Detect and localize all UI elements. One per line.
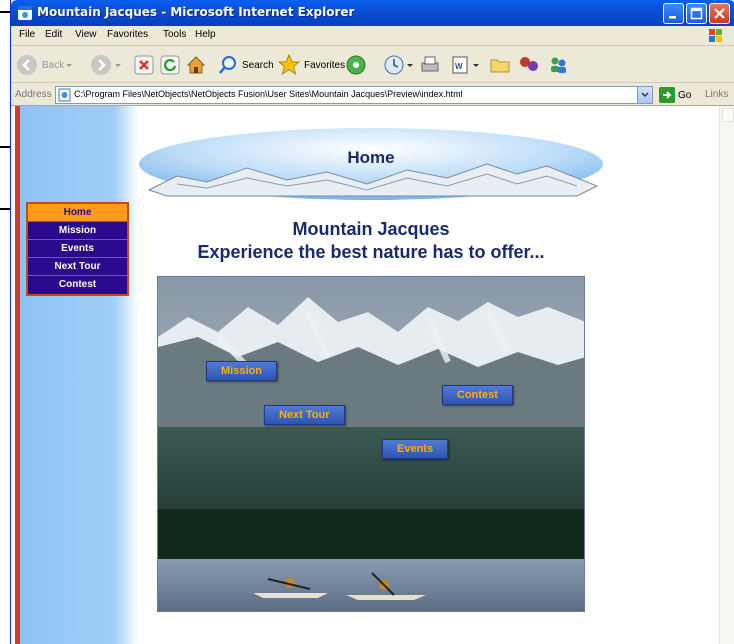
nav-item-contest[interactable]: Contest bbox=[28, 276, 127, 294]
stop-button[interactable] bbox=[133, 52, 155, 78]
favorites-label: Favorites bbox=[304, 59, 346, 71]
svg-text:W: W bbox=[455, 62, 463, 71]
menu-favorites[interactable]: Favorites bbox=[107, 29, 148, 40]
refresh-icon bbox=[160, 55, 180, 75]
menu-view[interactable]: View bbox=[75, 29, 97, 40]
edit-word-button[interactable]: W bbox=[449, 52, 481, 78]
home-button[interactable] bbox=[185, 52, 207, 78]
address-dropdown-button[interactable] bbox=[637, 87, 652, 103]
maximize-button[interactable] bbox=[686, 3, 707, 24]
nav-item-home[interactable]: Home bbox=[28, 204, 127, 222]
close-button[interactable] bbox=[709, 3, 730, 24]
menu-bar: File Edit View Favorites Tools Help bbox=[11, 26, 734, 46]
scroll-up-button[interactable] bbox=[722, 108, 734, 122]
windows-flag-icon bbox=[709, 29, 722, 42]
favorites-button[interactable]: Favorites bbox=[277, 52, 345, 78]
photo-button-events[interactable]: Events bbox=[382, 439, 449, 459]
ie-page-icon bbox=[18, 6, 32, 20]
forward-button[interactable] bbox=[89, 52, 123, 78]
media-icon bbox=[346, 55, 366, 75]
search-label: Search bbox=[242, 59, 274, 71]
headline-line-1: Mountain Jacques bbox=[292, 219, 450, 239]
folder-icon bbox=[490, 59, 510, 73]
photo-scene bbox=[158, 277, 584, 611]
page-headline: Mountain Jacques Experience the best nat… bbox=[151, 218, 591, 264]
close-icon bbox=[714, 8, 725, 19]
messenger-icon bbox=[520, 57, 538, 71]
go-label: Go bbox=[678, 89, 692, 101]
nav-item-next-tour[interactable]: Next Tour bbox=[28, 258, 127, 276]
address-input[interactable]: C:\Program Files\NetObjects\NetObjects F… bbox=[55, 86, 653, 104]
search-icon bbox=[219, 56, 236, 74]
printer-icon bbox=[421, 56, 439, 72]
standard-toolbar: Back Search Favorites W bbox=[11, 47, 734, 83]
minimize-icon bbox=[669, 16, 676, 19]
folder-button[interactable] bbox=[489, 52, 511, 78]
refresh-button[interactable] bbox=[159, 52, 181, 78]
minimize-button[interactable] bbox=[663, 3, 684, 24]
forward-dropdown-icon[interactable] bbox=[113, 60, 123, 70]
photo-button-mission[interactable]: Mission bbox=[206, 361, 277, 381]
msn-button[interactable] bbox=[547, 52, 569, 78]
browser-window: Mountain Jacques - Microsoft Internet Ex… bbox=[10, 0, 734, 644]
chevron-down-icon bbox=[641, 92, 649, 98]
window-title: Mountain Jacques - Microsoft Internet Ex… bbox=[37, 5, 355, 19]
search-button[interactable]: Search bbox=[217, 52, 274, 78]
history-icon bbox=[384, 55, 404, 75]
headline-line-2: Experience the best nature has to offer.… bbox=[197, 242, 545, 262]
page-side-band bbox=[20, 106, 138, 644]
home-icon bbox=[186, 56, 206, 74]
media-button[interactable] bbox=[345, 52, 367, 78]
nav-item-mission[interactable]: Mission bbox=[28, 222, 127, 240]
kayak-mountain-photo: Mission Next Tour Contest Events bbox=[157, 276, 585, 612]
history-button[interactable] bbox=[383, 52, 415, 78]
maximize-icon bbox=[690, 7, 703, 20]
back-label: Back bbox=[42, 59, 65, 71]
title-bar[interactable]: Mountain Jacques - Microsoft Internet Ex… bbox=[11, 0, 734, 26]
page-viewport: Home Home Mission Events Next Tour Conte… bbox=[11, 106, 719, 644]
print-button[interactable] bbox=[419, 52, 441, 78]
banner-title: Home bbox=[347, 148, 395, 167]
menu-help[interactable]: Help bbox=[195, 29, 216, 40]
site-nav: Home Mission Events Next Tour Contest bbox=[26, 202, 129, 296]
edit-dropdown-icon[interactable] bbox=[471, 60, 481, 70]
photo-button-next-tour[interactable]: Next Tour bbox=[264, 405, 345, 425]
stop-icon bbox=[134, 55, 154, 75]
photo-button-contest[interactable]: Contest bbox=[442, 385, 513, 405]
screenshot-root: Mountain Jacques - Microsoft Internet Ex… bbox=[0, 0, 734, 644]
vertical-scrollbar[interactable] bbox=[719, 106, 734, 644]
msn-people-icon bbox=[551, 57, 566, 73]
nav-item-events[interactable]: Events bbox=[28, 240, 127, 258]
go-button[interactable]: Go bbox=[659, 87, 691, 103]
menu-tools[interactable]: Tools bbox=[163, 29, 186, 40]
word-document-icon: W bbox=[452, 56, 468, 74]
go-arrow-icon bbox=[659, 87, 675, 103]
favorites-star-icon bbox=[277, 53, 301, 76]
messenger-button[interactable] bbox=[517, 52, 541, 78]
address-bar: Address C:\Program Files\NetObjects\NetO… bbox=[11, 84, 734, 106]
back-button[interactable]: Back bbox=[15, 52, 74, 78]
links-toolbar[interactable]: Links bbox=[705, 89, 728, 100]
home-banner: Home bbox=[137, 126, 605, 202]
back-dropdown-icon[interactable] bbox=[64, 60, 74, 70]
address-label: Address bbox=[15, 89, 52, 100]
page-icon bbox=[58, 88, 71, 102]
back-arrow-icon bbox=[17, 55, 37, 75]
forward-arrow-icon bbox=[91, 55, 111, 75]
address-url: C:\Program Files\NetObjects\NetObjects F… bbox=[74, 89, 463, 99]
menu-file[interactable]: File bbox=[19, 29, 35, 40]
menu-edit[interactable]: Edit bbox=[45, 29, 62, 40]
history-dropdown-icon[interactable] bbox=[405, 60, 415, 70]
